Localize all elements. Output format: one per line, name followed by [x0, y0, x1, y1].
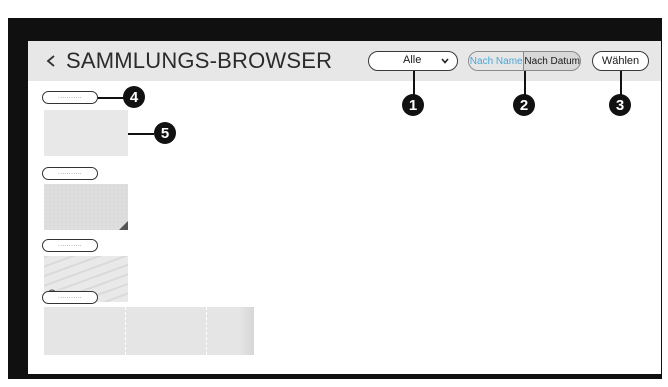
- callout-line-5: [128, 133, 154, 135]
- callout-marker-2: 2: [513, 94, 535, 116]
- header-bar: SAMMLUNGS-BROWSER Alle Nach Name Nach Da…: [28, 41, 661, 81]
- sort-by-name-button[interactable]: Nach Name: [469, 52, 525, 70]
- screen-bezel: SAMMLUNGS-BROWSER Alle Nach Name Nach Da…: [8, 18, 662, 379]
- page-corner-icon: [119, 221, 128, 230]
- sort-by-date-button[interactable]: Nach Datum: [524, 52, 580, 70]
- callout-marker-4: 4: [123, 86, 145, 108]
- strip-thumbnail[interactable]: [207, 307, 254, 355]
- collection-browser-screen: SAMMLUNGS-BROWSER Alle Nach Name Nach Da…: [28, 41, 661, 374]
- collection-thumbnail[interactable]: [44, 110, 128, 156]
- sort-toggle: Nach Name Nach Datum: [468, 51, 581, 71]
- group-label[interactable]: ···········: [42, 167, 98, 180]
- strip-thumbnail[interactable]: [126, 307, 207, 355]
- callout-line-1: [413, 71, 415, 95]
- callout-marker-3: 3: [609, 94, 631, 116]
- callout-line-2: [524, 71, 526, 95]
- chevron-down-icon: [441, 58, 449, 64]
- collection-thumbnail[interactable]: [44, 184, 128, 230]
- group-label[interactable]: ···········: [42, 91, 98, 104]
- group-label[interactable]: ···········: [42, 291, 98, 304]
- callout-line-3: [620, 71, 622, 95]
- callout-marker-1: 1: [402, 94, 424, 116]
- select-button[interactable]: Wählen: [592, 51, 649, 71]
- callout-line-4: [98, 97, 124, 99]
- page-title: SAMMLUNGS-BROWSER: [66, 48, 333, 73]
- group-label[interactable]: ···········: [42, 239, 98, 252]
- strip-thumbnail[interactable]: [44, 307, 126, 355]
- filter-dropdown[interactable]: Alle: [368, 51, 458, 71]
- callout-marker-5: 5: [154, 122, 176, 144]
- collection-thumbnail-strip[interactable]: [44, 307, 254, 355]
- back-chevron-icon[interactable]: [44, 53, 58, 69]
- filter-selected-value: Alle: [403, 54, 422, 66]
